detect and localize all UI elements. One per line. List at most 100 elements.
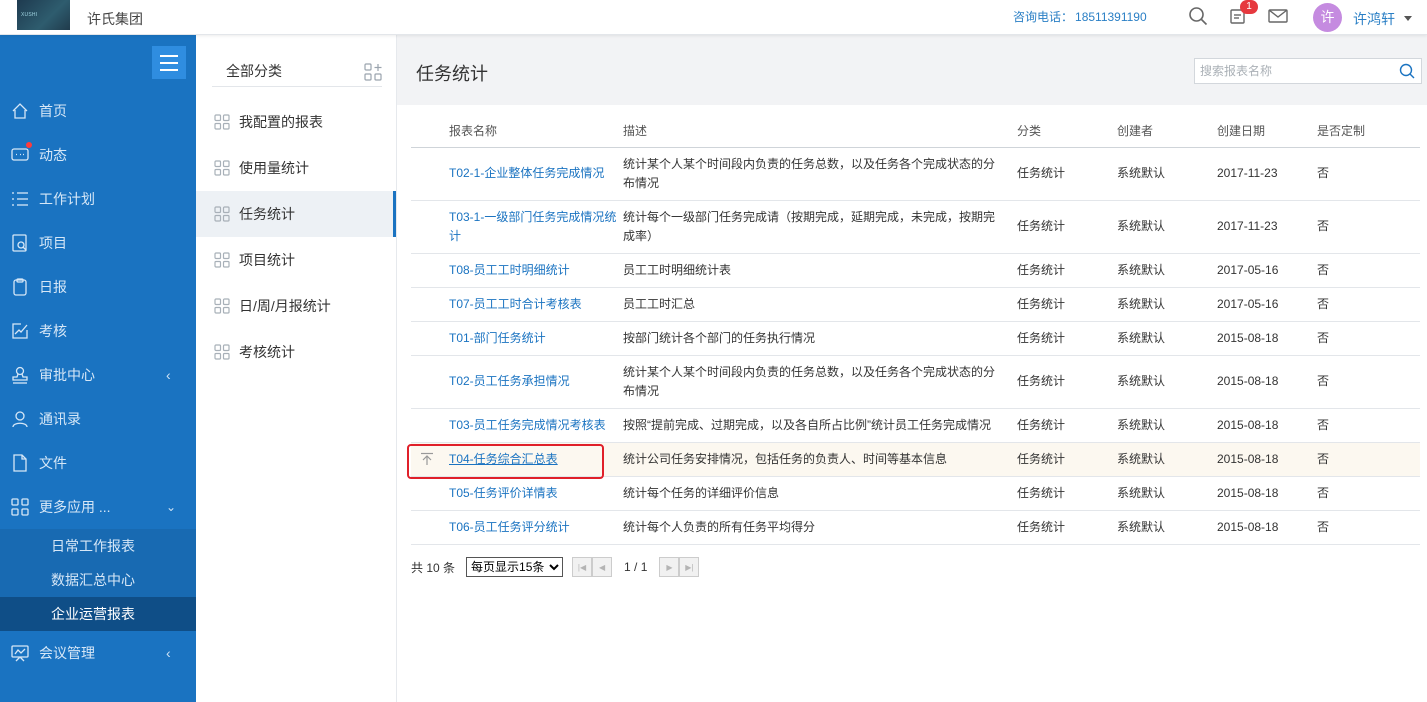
report-creator-cell: 系统默认 [1117, 476, 1217, 511]
user-dropdown-caret-icon[interactable] [1404, 16, 1412, 21]
nav-item-project[interactable]: 项目 [0, 221, 196, 265]
nav-item-home[interactable]: 首页 [0, 89, 196, 133]
category-label: 项目统计 [239, 252, 295, 268]
category-report-stats[interactable]: 日/周/月报统计 [196, 283, 396, 329]
column-header-desc[interactable]: 描述 [623, 115, 1017, 148]
category-task-stats[interactable]: 任务统计 [196, 191, 396, 237]
report-link[interactable]: T01-部门任务统计 [449, 331, 546, 345]
table-row[interactable]: T03-1-一级部门任务完成情况统计 统计每个一级部门任务完成请（按期完成，延期… [411, 200, 1420, 254]
category-panel: 全部分类 我配置的报表 使用量统计 任务统计 项目统计 日/周/月报统计 考核统… [196, 35, 397, 702]
report-custom-cell: 否 [1317, 510, 1420, 545]
table-row[interactable]: T07-员工工时合计考核表 员工工时汇总 任务统计 系统默认 2017-05-1… [411, 287, 1420, 322]
report-link[interactable]: T05-任务评价详情表 [449, 486, 558, 500]
pin-column-header [411, 115, 435, 148]
company-name: 许氏集团 [87, 11, 143, 27]
table-row[interactable]: T02-1-企业整体任务完成情况 统计某个人某个时间段内负责的任务总数，以及任务… [411, 147, 1420, 201]
next-last-group: ▶ ▶| [659, 557, 700, 577]
report-creator-cell: 系统默认 [1117, 510, 1217, 545]
table-header-row: 报表名称 描述 分类 创建者 创建日期 是否定制 [411, 115, 1420, 148]
report-category-cell: 任务统计 [1017, 510, 1117, 545]
report-name-cell: T05-任务评价详情表 [435, 476, 623, 511]
column-header-name[interactable]: 报表名称 [435, 115, 623, 148]
category-project-stats[interactable]: 项目统计 [196, 237, 396, 283]
project-icon [12, 234, 27, 252]
report-custom-cell: 否 [1317, 200, 1420, 254]
report-link[interactable]: T08-员工工时明细统计 [449, 263, 570, 277]
meeting-icon [11, 645, 29, 662]
column-header-date[interactable]: 创建日期 [1217, 115, 1317, 148]
report-date-cell: 2015-08-18 [1217, 510, 1317, 545]
nav-item-files[interactable]: 文件 [0, 441, 196, 485]
chevron-left-icon: ‹ [166, 367, 171, 383]
report-date-cell: 2015-08-18 [1217, 355, 1317, 409]
report-name-cell: T08-员工工时明细统计 [435, 253, 623, 288]
username[interactable]: 许鸿轩 [1353, 9, 1395, 29]
report-link[interactable]: T03-1-一级部门任务完成情况统计 [449, 210, 616, 243]
avatar[interactable]: 许 [1313, 3, 1342, 32]
nav-item-activity[interactable]: 动态 [0, 133, 196, 177]
page-title: 任务统计 [416, 64, 488, 84]
report-name-cell: T02-1-企业整体任务完成情况 [435, 147, 623, 201]
nav-item-contacts[interactable]: 通讯录 [0, 397, 196, 441]
report-desc-cell: 统计每个人负责的所有任务平均得分 [623, 510, 1017, 545]
report-creator-cell: 系统默认 [1117, 147, 1217, 201]
report-creator-cell: 系统默认 [1117, 408, 1217, 443]
first-prev-group: |◀ ◀ [572, 557, 613, 577]
first-page-button[interactable]: |◀ [572, 557, 593, 577]
category-icon [214, 298, 230, 314]
sub-item-operation-report[interactable]: 企业运营报表 [0, 597, 196, 631]
report-category-cell: 任务统计 [1017, 147, 1117, 201]
nav-item-work-plan[interactable]: 工作计划 [0, 177, 196, 221]
chart-edit-icon [12, 323, 28, 339]
report-category-cell: 任务统计 [1017, 355, 1117, 409]
last-page-button[interactable]: ▶| [679, 557, 700, 577]
report-date-cell: 2017-05-16 [1217, 287, 1317, 322]
category-assessment-stats[interactable]: 考核统计 [196, 329, 396, 375]
nav-label: 日报 [39, 279, 67, 295]
table-row[interactable]: T01-部门任务统计 按部门统计各个部门的任务执行情况 任务统计 系统默认 20… [411, 321, 1420, 356]
table-row[interactable]: T03-员工任务完成情况考核表 按照“提前完成、过期完成，以及各自所占比例”统计… [411, 408, 1420, 443]
table-row[interactable]: T05-任务评价详情表 统计每个任务的详细评价信息 任务统计 系统默认 2015… [411, 476, 1420, 511]
report-custom-cell: 否 [1317, 287, 1420, 322]
prev-page-button[interactable]: ◀ [592, 557, 613, 577]
report-custom-cell: 否 [1317, 476, 1420, 511]
report-name-cell: T01-部门任务统计 [435, 321, 623, 356]
nav-label: 动态 [39, 147, 67, 163]
report-link[interactable]: T02-1-企业整体任务完成情况 [449, 166, 604, 180]
report-search-input[interactable] [1200, 59, 1395, 83]
hotline-label: 咨询电话： [1013, 10, 1074, 24]
report-date-cell: 2017-05-16 [1217, 253, 1317, 288]
nav-item-assessment[interactable]: 考核 [0, 309, 196, 353]
report-custom-cell: 否 [1317, 442, 1420, 477]
report-link[interactable]: T02-员工任务承担情况 [449, 374, 570, 388]
table-row[interactable]: T08-员工工时明细统计 员工工时明细统计表 任务统计 系统默认 2017-05… [411, 253, 1420, 288]
report-desc-cell: 员工工时明细统计表 [623, 253, 1017, 288]
nav-item-approval-center[interactable]: 审批中心 ‹ [0, 353, 196, 397]
nav-item-more-apps[interactable]: 更多应用 ... ⌄ [0, 485, 196, 529]
report-link[interactable]: T06-员工任务评分统计 [449, 520, 570, 534]
add-category-icon[interactable] [364, 63, 382, 81]
table-row[interactable]: T06-员工任务评分统计 统计每个人负责的所有任务平均得分 任务统计 系统默认 … [411, 510, 1420, 545]
report-desc-cell: 统计每个任务的详细评价信息 [623, 476, 1017, 511]
company-logo[interactable]: XUSHI [17, 0, 70, 30]
search-icon[interactable] [1399, 63, 1415, 79]
sub-item-daily-work-report[interactable]: 日常工作报表 [0, 529, 196, 563]
report-category-cell: 任务统计 [1017, 200, 1117, 254]
next-page-button[interactable]: ▶ [659, 557, 680, 577]
sub-item-data-summary[interactable]: 数据汇总中心 [0, 563, 196, 597]
category-my-configured[interactable]: 我配置的报表 [196, 99, 396, 145]
column-header-custom[interactable]: 是否定制 [1317, 115, 1420, 148]
table-row[interactable]: T02-员工任务承担情况 统计某个人某个时间段内负责的任务总数，以及任务各个完成… [411, 355, 1420, 409]
report-date-cell: 2015-08-18 [1217, 476, 1317, 511]
category-usage-stats[interactable]: 使用量统计 [196, 145, 396, 191]
nav-item-meetings[interactable]: 会议管理 ‹ [0, 631, 196, 675]
column-header-creator[interactable]: 创建者 [1117, 115, 1217, 148]
report-link[interactable]: T07-员工工时合计考核表 [449, 297, 582, 311]
nav-item-daily-report[interactable]: 日报 [0, 265, 196, 309]
search-icon[interactable] [1187, 5, 1209, 27]
column-header-category[interactable]: 分类 [1017, 115, 1117, 148]
mail-icon[interactable] [1267, 5, 1289, 27]
report-link[interactable]: T03-员工任务完成情况考核表 [449, 418, 606, 432]
page-size-select[interactable]: 每页显示15条 [466, 557, 564, 577]
menu-toggle-button[interactable] [152, 46, 186, 79]
